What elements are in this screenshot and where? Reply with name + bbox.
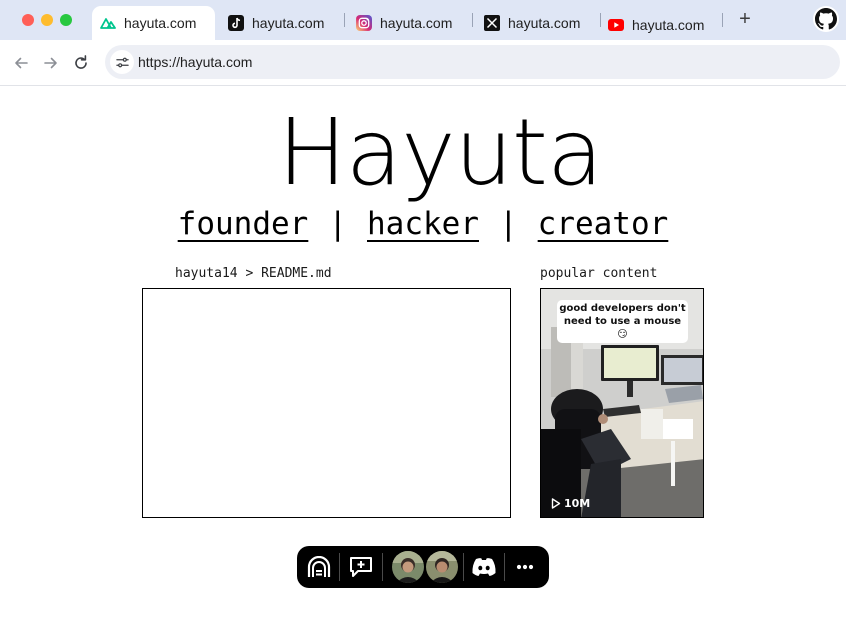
separator: | <box>498 206 518 242</box>
tab-label: hayuta.com <box>252 15 325 31</box>
tab-separator <box>344 13 345 27</box>
tab-label: hayuta.com <box>124 15 197 31</box>
avatar[interactable] <box>391 546 425 588</box>
tab-label: hayuta.com <box>632 17 705 33</box>
page-title: Hayuta <box>277 99 604 206</box>
social-dock <box>297 546 549 588</box>
more-icon[interactable] <box>505 546 545 588</box>
reload-button[interactable] <box>70 52 92 74</box>
dock-divider <box>382 553 383 581</box>
url-text[interactable]: https://hayuta.com <box>138 54 252 70</box>
hacker-link[interactable]: hacker <box>367 202 479 246</box>
avatar[interactable] <box>425 546 459 588</box>
address-bar[interactable]: https://hayuta.com <box>105 45 840 79</box>
tab-strip: hayuta.com hayuta.com hayuta.com hayuta.… <box>0 0 846 40</box>
x-icon <box>484 15 500 31</box>
arrow-right-icon <box>44 57 57 69</box>
tiktok-icon <box>228 15 244 31</box>
comment-icon[interactable] <box>340 546 382 588</box>
nuxt-icon <box>100 15 116 31</box>
tab-hayuta-nuxt[interactable]: hayuta.com <box>92 6 215 40</box>
popular-content-label: popular content <box>540 266 658 281</box>
forward-button[interactable] <box>40 52 62 74</box>
tab-hayuta-tiktok[interactable]: hayuta.com <box>228 6 324 40</box>
tab-separator <box>722 13 723 27</box>
readme-label: hayuta14 > README.md <box>175 266 332 281</box>
roles-nav: founder | hacker | creator <box>0 202 846 246</box>
instagram-icon <box>356 15 372 31</box>
site-settings-icon[interactable] <box>110 50 134 74</box>
creator-link[interactable]: creator <box>538 202 669 246</box>
popular-video-thumbnail[interactable]: good developers don't need to use a mous… <box>540 288 704 518</box>
minimize-window-button[interactable] <box>41 14 53 26</box>
tab-separator <box>600 13 601 27</box>
tab-hayuta-youtube[interactable]: hayuta.com <box>608 8 704 42</box>
tab-hayuta-x[interactable]: hayuta.com <box>484 6 580 40</box>
tab-separator <box>472 13 473 27</box>
tab-label: hayuta.com <box>380 15 453 31</box>
tab-hayuta-instagram[interactable]: hayuta.com <box>356 6 452 40</box>
founder-link[interactable]: founder <box>178 202 309 246</box>
view-count: 10M <box>551 497 590 510</box>
video-caption: good developers don't need to use a mous… <box>557 300 688 343</box>
youtube-icon <box>608 17 624 33</box>
arrow-left-icon <box>15 57 28 69</box>
browser-toolbar: https://hayuta.com <box>0 40 846 86</box>
close-window-button[interactable] <box>22 14 34 26</box>
readme-panel[interactable] <box>142 288 511 518</box>
maximize-window-button[interactable] <box>60 14 72 26</box>
view-count-text: 10M <box>564 497 591 510</box>
github-icon[interactable] <box>813 6 839 32</box>
play-icon <box>551 498 561 509</box>
back-button[interactable] <box>10 52 32 74</box>
separator: | <box>328 206 347 242</box>
reload-icon <box>75 55 87 69</box>
tab-label: hayuta.com <box>508 15 581 31</box>
logo-icon[interactable] <box>305 546 333 588</box>
new-tab-button[interactable]: + <box>735 9 755 29</box>
window-controls <box>22 14 72 26</box>
discord-icon[interactable] <box>464 546 504 588</box>
